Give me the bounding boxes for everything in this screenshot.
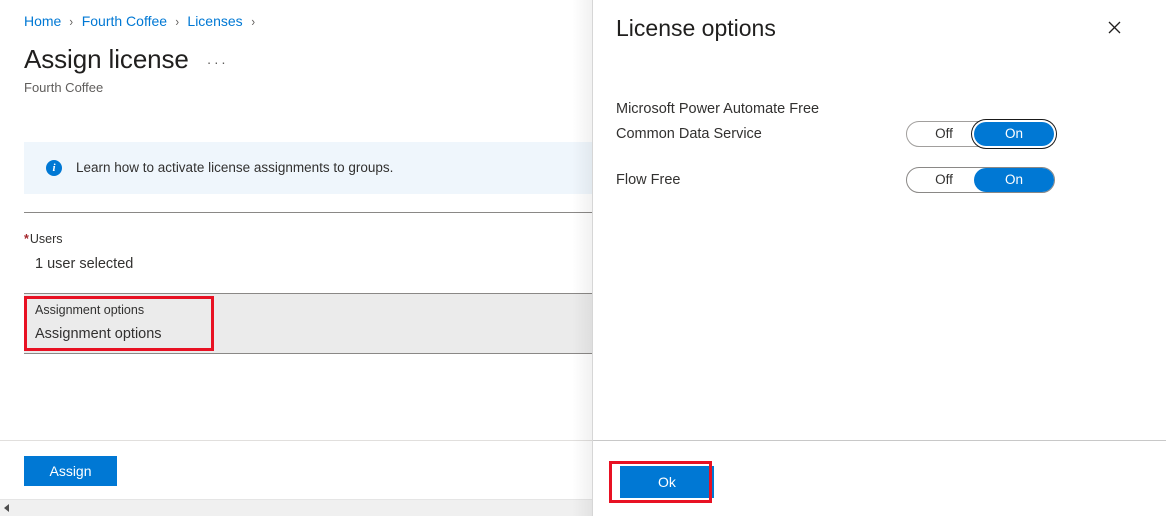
toggle-common-data-service[interactable]: Off On bbox=[906, 121, 1055, 147]
users-field: *Users 1 user selected bbox=[24, 231, 133, 274]
breadcrumb-separator-icon: › bbox=[251, 14, 255, 29]
page-title: Assign license bbox=[24, 42, 189, 76]
form-divider bbox=[24, 353, 592, 354]
info-banner: i Learn how to activate license assignme… bbox=[24, 142, 592, 194]
assignment-options-value[interactable]: Assignment options bbox=[35, 324, 162, 344]
ok-button[interactable]: Ok bbox=[620, 466, 714, 498]
panel-footer-divider bbox=[593, 440, 1166, 441]
license-item: Flow Free Off On bbox=[616, 168, 1144, 191]
users-label-text: Users bbox=[30, 232, 63, 246]
breadcrumb-item-fourth-coffee[interactable]: Fourth Coffee bbox=[82, 13, 167, 29]
license-list: Microsoft Power Automate Free Common Dat… bbox=[616, 98, 1144, 191]
blade-footer-divider bbox=[0, 440, 592, 441]
license-options-panel: License options Microsoft Power Automate… bbox=[592, 0, 1166, 516]
screen-root: Home › Fourth Coffee › Licenses › Assign… bbox=[0, 0, 1166, 516]
users-value[interactable]: 1 user selected bbox=[35, 254, 133, 274]
breadcrumb-separator-icon: › bbox=[175, 14, 179, 29]
panel-title: License options bbox=[616, 12, 776, 44]
horizontal-scrollbar[interactable] bbox=[0, 499, 592, 516]
more-options-icon[interactable]: ··· bbox=[207, 57, 229, 67]
form-divider bbox=[24, 212, 592, 213]
toggle-off-label[interactable]: Off bbox=[907, 168, 981, 192]
close-icon[interactable] bbox=[1098, 11, 1130, 43]
assign-license-blade: Home › Fourth Coffee › Licenses › Assign… bbox=[0, 0, 592, 516]
toggle-on-label[interactable]: On bbox=[974, 168, 1054, 192]
breadcrumb-item-licenses[interactable]: Licenses bbox=[187, 13, 242, 29]
scroll-left-arrow-icon[interactable] bbox=[4, 504, 9, 512]
page-subtitle: Fourth Coffee bbox=[24, 79, 103, 97]
license-item-label: Flow Free bbox=[616, 169, 680, 191]
license-group-name: Microsoft Power Automate Free bbox=[616, 98, 1144, 121]
license-item-label: Common Data Service bbox=[616, 123, 762, 145]
assignment-options-row[interactable]: Assignment options Assignment options bbox=[24, 294, 592, 353]
assignment-options-label: Assignment options bbox=[35, 302, 162, 319]
required-marker: * bbox=[24, 232, 29, 246]
breadcrumb-item-home[interactable]: Home bbox=[24, 13, 61, 29]
title-row: Assign license ··· bbox=[24, 42, 228, 76]
assignment-options-inner: Assignment options Assignment options bbox=[35, 302, 162, 344]
assign-button[interactable]: Assign bbox=[24, 456, 117, 486]
toggle-on-label[interactable]: On bbox=[974, 122, 1054, 146]
info-icon: i bbox=[46, 160, 62, 176]
breadcrumb: Home › Fourth Coffee › Licenses › bbox=[24, 11, 263, 31]
toggle-off-label[interactable]: Off bbox=[907, 122, 981, 146]
license-item: Common Data Service Off On bbox=[616, 122, 1144, 145]
breadcrumb-separator-icon: › bbox=[70, 14, 74, 29]
info-banner-text[interactable]: Learn how to activate license assignment… bbox=[76, 159, 393, 177]
toggle-flow-free[interactable]: Off On bbox=[906, 167, 1055, 193]
users-label: *Users bbox=[24, 231, 133, 248]
